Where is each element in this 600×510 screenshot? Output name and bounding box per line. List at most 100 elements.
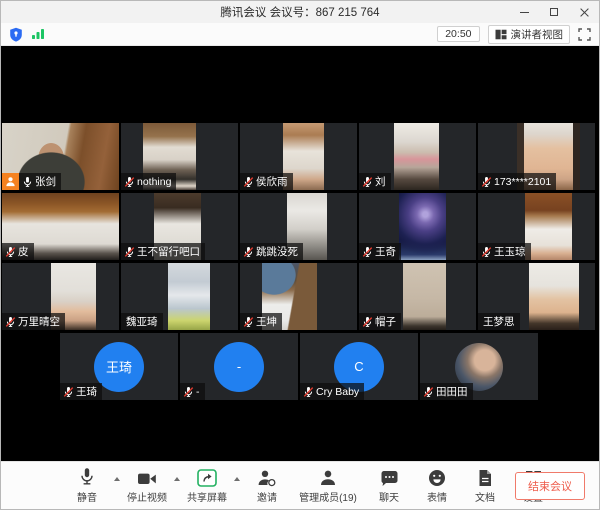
- meeting-timer: 20:50: [437, 26, 479, 42]
- name-label: 张剑: [2, 173, 61, 190]
- share-screen-label: 共享屏幕: [187, 489, 227, 504]
- video-tile[interactable]: - -: [180, 333, 298, 400]
- meeting-window: 腾讯会议 会议号：867 215 764 20:50 演讲者视图: [0, 0, 600, 510]
- fullscreen-button[interactable]: [578, 28, 591, 41]
- mic-muted-icon: [183, 386, 194, 398]
- manage-members-button[interactable]: 管理成员(19): [291, 467, 365, 504]
- meeting-toolbar: 静音 停止视频 共享屏幕 邀请 管理成员(19): [1, 461, 599, 509]
- invite-button[interactable]: 邀请: [243, 467, 291, 504]
- security-shield-icon[interactable]: [9, 27, 23, 42]
- participant-name: 帽子: [375, 314, 396, 330]
- camera-icon: [137, 467, 157, 487]
- video-grid: 张剑 nothing 侯欣雨 刘 173****2101 皮: [2, 123, 595, 330]
- video-tile[interactable]: 张剑: [2, 123, 119, 190]
- mic-muted-icon: [243, 316, 254, 328]
- video-grid-bottom-row: 王琦 王琦 - - C Cry Baby 田田田: [60, 333, 538, 400]
- window-controls: [509, 1, 599, 23]
- layout-view-icon: [495, 29, 507, 40]
- participant-name: 王坤: [256, 314, 277, 330]
- mic-muted-icon: [5, 316, 16, 328]
- mute-button[interactable]: 静音: [63, 467, 111, 504]
- stop-video-button[interactable]: 停止视频: [123, 467, 171, 504]
- mic-muted-icon: [481, 176, 492, 188]
- video-tile[interactable]: 王奇: [359, 193, 476, 260]
- mic-muted-icon: [303, 386, 314, 398]
- share-options-caret[interactable]: [231, 477, 243, 481]
- host-person-icon: [5, 176, 16, 187]
- manage-members-label: 管理成员(19): [299, 489, 357, 504]
- status-left: [9, 27, 45, 42]
- mic-muted-icon: [362, 316, 373, 328]
- minimize-button[interactable]: [509, 1, 539, 23]
- video-tile[interactable]: 帽子: [359, 263, 476, 330]
- share-screen-button[interactable]: 共享屏幕: [183, 467, 231, 504]
- status-right: 20:50 演讲者视图: [437, 25, 591, 44]
- video-tile[interactable]: 王坤: [240, 263, 357, 330]
- mic-muted-icon: [5, 246, 16, 258]
- network-signal-icon[interactable]: [31, 28, 45, 40]
- speaker-view-button[interactable]: 演讲者视图: [488, 25, 571, 44]
- video-tile[interactable]: C Cry Baby: [300, 333, 418, 400]
- docs-label: 文档: [475, 489, 495, 504]
- docs-button[interactable]: 文档: [461, 467, 509, 504]
- mic-muted-icon: [243, 176, 254, 188]
- participant-name: 王琦: [76, 384, 97, 400]
- participant-name: 刘: [375, 174, 386, 190]
- video-tile[interactable]: nothing: [121, 123, 238, 190]
- participant-name: 跳跳没死: [256, 244, 298, 260]
- video-tile[interactable]: 皮: [2, 193, 119, 260]
- video-tile[interactable]: 跳跳没死: [240, 193, 357, 260]
- end-meeting-button[interactable]: 结束会议: [515, 472, 585, 500]
- mic-muted-icon: [124, 246, 135, 258]
- emoji-button[interactable]: 表情: [413, 467, 461, 504]
- video-tile[interactable]: 王玉琼: [478, 193, 595, 260]
- close-button[interactable]: [569, 1, 599, 23]
- mute-options-caret[interactable]: [111, 477, 123, 481]
- participant-name: 173****2101: [494, 174, 551, 190]
- mic-muted-icon: [423, 386, 434, 398]
- smiley-icon: [428, 467, 446, 487]
- participant-name: -: [196, 384, 200, 400]
- participant-name: 田田田: [436, 384, 468, 400]
- participant-name: 王玉琼: [494, 244, 526, 260]
- video-tile[interactable]: 刘: [359, 123, 476, 190]
- video-tile[interactable]: 王琦 王琦: [60, 333, 178, 400]
- window-title: 腾讯会议 会议号：867 215 764: [220, 4, 379, 20]
- chat-button[interactable]: 聊天: [365, 467, 413, 504]
- document-icon: [477, 467, 493, 487]
- minimize-icon: [520, 12, 529, 13]
- share-screen-icon: [197, 467, 217, 487]
- video-tile[interactable]: 万里晴空: [2, 263, 119, 330]
- emoji-label: 表情: [427, 489, 447, 504]
- participant-name: 王梦思: [483, 314, 515, 330]
- maximize-button[interactable]: [539, 1, 569, 23]
- mic-muted-icon: [362, 176, 373, 188]
- participant-name: 王奇: [375, 244, 396, 260]
- participant-name: 张剑: [35, 174, 56, 190]
- video-stage: 张剑 nothing 侯欣雨 刘 173****2101 皮: [1, 46, 600, 463]
- title-bar: 腾讯会议 会议号：867 215 764: [1, 1, 599, 23]
- participant-name: 皮: [18, 244, 29, 260]
- host-badge: [2, 173, 19, 190]
- mic-muted-icon: [362, 246, 373, 258]
- video-tile[interactable]: 王不留行吧口: [121, 193, 238, 260]
- video-tile[interactable]: 王梦思: [478, 263, 595, 330]
- avatar: -: [214, 342, 264, 392]
- close-icon: [580, 8, 589, 17]
- mic-muted-icon: [481, 246, 492, 258]
- video-tile[interactable]: 侯欣雨: [240, 123, 357, 190]
- mic-muted-icon: [124, 176, 135, 188]
- video-tile[interactable]: 魏亚琦: [121, 263, 238, 330]
- video-tile[interactable]: 田田田: [420, 333, 538, 400]
- mic-on-icon: [22, 176, 33, 188]
- invite-label: 邀请: [257, 489, 277, 504]
- microphone-icon: [78, 467, 96, 487]
- status-bar: 20:50 演讲者视图: [1, 23, 599, 46]
- participant-name: 魏亚琦: [126, 314, 158, 330]
- participant-name: 万里晴空: [18, 314, 60, 330]
- speaker-view-label: 演讲者视图: [511, 27, 564, 42]
- participant-name: 侯欣雨: [256, 174, 288, 190]
- video-options-caret[interactable]: [171, 477, 183, 481]
- video-tile[interactable]: 173****2101: [478, 123, 595, 190]
- mute-label: 静音: [77, 489, 97, 504]
